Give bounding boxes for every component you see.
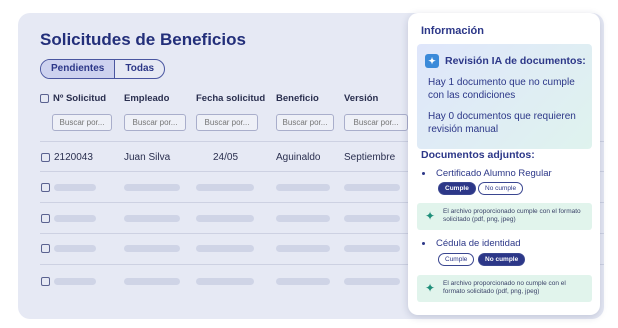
skeleton-bar — [276, 245, 330, 252]
column-header-version: Versión — [344, 93, 379, 104]
skeleton-bar — [54, 215, 96, 222]
cell-date: 24/05 — [213, 152, 239, 163]
skeleton-bar — [276, 215, 330, 222]
no-cumple-toggle[interactable]: No cumple — [478, 253, 526, 266]
cell-id: 2120043 — [54, 152, 93, 163]
attached-docs-title: Documentos adjuntos: — [421, 149, 535, 161]
panel-title: Información — [421, 25, 484, 37]
skeleton-bar — [124, 278, 180, 285]
document-item[interactable]: Cédula de identidad — [422, 238, 521, 249]
document-name: Certificado Alumno Regular — [436, 168, 552, 179]
cell-employee: Juan Silva — [124, 152, 171, 163]
sparkle-icon: ✦ — [425, 281, 436, 295]
skeleton-bar — [54, 245, 96, 252]
skeleton-bar — [54, 278, 96, 285]
column-header-label: Nº Solicitud — [53, 93, 107, 104]
format-note: ✦ El archivo proporcionado no cumple con… — [417, 275, 592, 302]
bullet-icon — [422, 242, 425, 245]
format-note-text: El archivo proporcionado cumple con el f… — [443, 208, 581, 223]
info-panel: Información ✦ Revisión IA de documentos:… — [408, 13, 600, 315]
row-checkbox[interactable] — [41, 214, 50, 223]
bullet-icon — [422, 172, 425, 175]
filter-input-id[interactable] — [52, 114, 112, 131]
row-checkbox[interactable] — [41, 277, 50, 286]
skeleton-bar — [196, 184, 254, 191]
skeleton-bar — [344, 278, 400, 285]
filter-input-benefit[interactable] — [276, 114, 334, 131]
skeleton-bar — [344, 215, 400, 222]
column-header-date: Fecha solicitud — [196, 93, 266, 104]
column-header-id: Nº Solicitud — [40, 93, 106, 104]
skeleton-bar — [196, 278, 254, 285]
skeleton-bar — [124, 184, 180, 191]
filter-input-date[interactable] — [196, 114, 258, 131]
skeleton-bar — [124, 245, 180, 252]
format-note-text: El archivo proporcionado no cumple con e… — [443, 280, 566, 295]
skeleton-bar — [276, 184, 330, 191]
skeleton-bar — [196, 245, 254, 252]
skeleton-bar — [54, 184, 96, 191]
row-checkbox[interactable] — [41, 153, 50, 162]
cell-version: Septiembre — [344, 152, 396, 163]
sparkle-icon: ✦ — [425, 209, 436, 223]
document-name: Cédula de identidad — [436, 238, 521, 249]
page-title: Solicitudes de Beneficios — [40, 30, 246, 49]
column-header-employee: Empleado — [124, 93, 170, 104]
format-note: ✦ El archivo proporcionado cumple con el… — [417, 203, 592, 230]
column-header-benefit: Beneficio — [276, 93, 319, 104]
filter-input-employee[interactable] — [124, 114, 186, 131]
document-item[interactable]: Certificado Alumno Regular — [422, 168, 552, 179]
status-tabs: Pendientes Todas — [40, 59, 166, 79]
cell-benefit: Aguinaldo — [276, 152, 321, 163]
tab-pendientes[interactable]: Pendientes — [41, 60, 116, 78]
tab-todas[interactable]: Todas — [115, 60, 164, 78]
row-checkbox[interactable] — [41, 244, 50, 253]
ai-review-line: Hay 0 documentos que requieren revisión … — [428, 111, 576, 135]
row-checkbox[interactable] — [41, 183, 50, 192]
sparkle-ai-icon: ✦ — [425, 54, 439, 68]
skeleton-bar — [344, 245, 400, 252]
skeleton-bar — [344, 184, 400, 191]
cumple-toggle[interactable]: Cumple — [438, 182, 476, 195]
ai-review-heading: ✦ Revisión IA de documentos: — [425, 54, 586, 68]
ai-review-line: Hay 1 documento que no cumple con las co… — [428, 77, 575, 101]
ai-review-heading-label: Revisión IA de documentos: — [445, 55, 586, 67]
skeleton-bar — [196, 215, 254, 222]
skeleton-bar — [124, 215, 180, 222]
select-all-checkbox[interactable] — [40, 94, 49, 103]
no-cumple-toggle[interactable]: No cumple — [478, 182, 524, 195]
filter-input-version[interactable] — [344, 114, 408, 131]
skeleton-bar — [276, 278, 330, 285]
ai-review-box: ✦ Revisión IA de documentos: Hay 1 docum… — [417, 44, 592, 149]
cumple-toggle[interactable]: Cumple — [438, 253, 475, 266]
